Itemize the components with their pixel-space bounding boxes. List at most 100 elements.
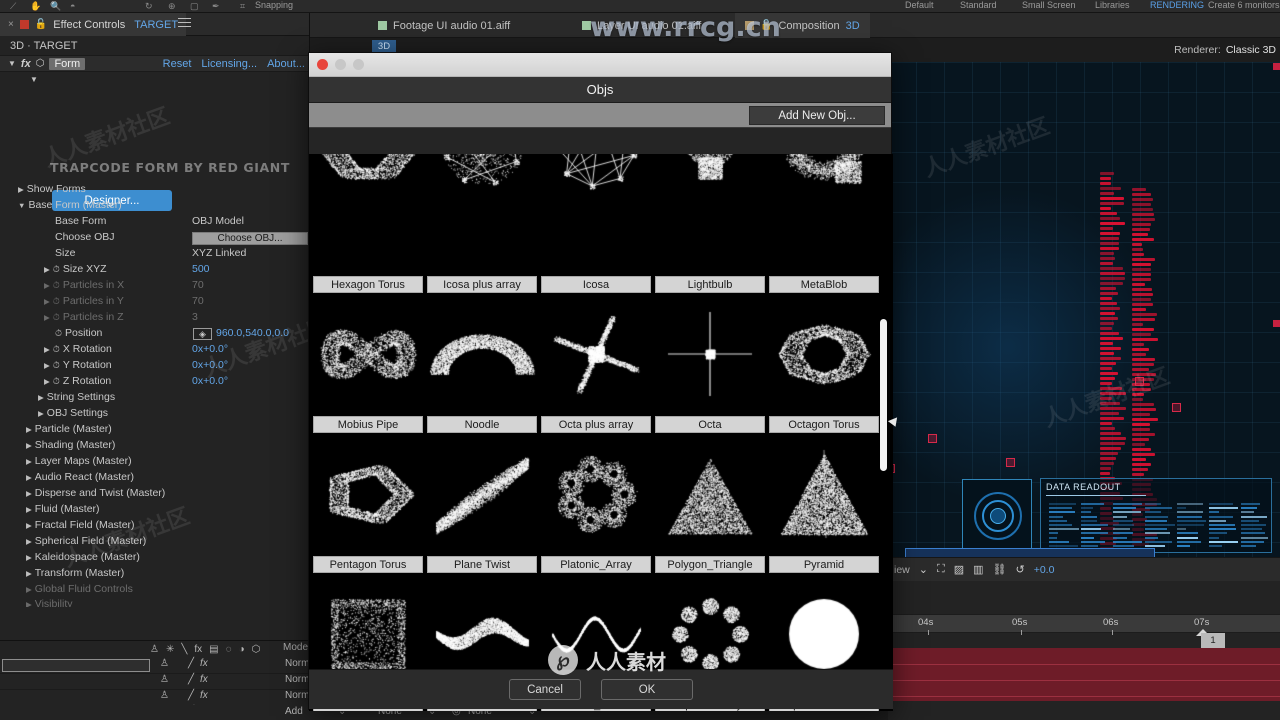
param-size[interactable]: Size XYZ Linked: [0, 247, 310, 263]
about-link[interactable]: About...: [267, 58, 305, 70]
table-row[interactable]: ♙ ╱ fx Normal: [0, 690, 317, 706]
shape-tool-icon[interactable]: ▢: [190, 1, 199, 12]
cancel-button[interactable]: Cancel: [509, 679, 581, 700]
group-kaleidospace-master[interactable]: ▶ Kaleidospace (Master): [0, 551, 310, 567]
adjustment-layer-icon[interactable]: ▤: [209, 644, 218, 655]
param-value[interactable]: 0x+0.0°: [192, 343, 228, 355]
obj-item-label[interactable]: Pentagon Torus: [313, 556, 423, 573]
layer-name-selected[interactable]: [2, 659, 150, 672]
group-disperse-twist-master[interactable]: ▶ Disperse and Twist (Master): [0, 487, 310, 503]
obj-grid-item[interactable]: Hexagon Torus: [311, 154, 425, 294]
comp-flowchart-icon[interactable]: ⛓: [993, 563, 1007, 576]
group-audio-react-master[interactable]: ▶ Audio React (Master): [0, 471, 310, 487]
layer-handle[interactable]: [1273, 320, 1280, 327]
orbit-tool-icon[interactable]: ◓: [70, 1, 75, 11]
renderer-control[interactable]: Renderer: Classic 3D: [1174, 44, 1276, 56]
group-particle-master[interactable]: ▶ Particle (Master): [0, 423, 310, 439]
param-value[interactable]: OBJ Model: [192, 215, 244, 227]
zoom-window-icon[interactable]: [353, 59, 364, 70]
obj-grid-item[interactable]: Icosa plus array: [425, 154, 539, 294]
param-value[interactable]: XYZ Linked: [192, 247, 246, 259]
motion-blur-icon[interactable]: ╱: [188, 690, 194, 701]
hand-tool-icon[interactable]: ✋: [30, 1, 41, 12]
pen-tool-icon[interactable]: ✒: [212, 1, 220, 12]
obj-item-label[interactable]: Noodle: [427, 416, 537, 433]
obj-grid-item[interactable]: Polygon_Triangle: [653, 434, 767, 574]
audio-icon[interactable]: ♙: [160, 674, 169, 685]
table-row[interactable]: ♙ ╱ fx Normal: [0, 674, 317, 690]
obj-grid-item[interactable]: Mobius Pipe: [311, 294, 425, 434]
workspace-default[interactable]: Default: [905, 0, 934, 10]
group-show-forms[interactable]: ▶ Show Forms: [0, 183, 310, 199]
ok-button[interactable]: OK: [601, 679, 693, 700]
shy-icon[interactable]: ◌: [226, 644, 232, 655]
exposure-value[interactable]: +0.0: [1034, 564, 1055, 576]
param-value[interactable]: 3: [192, 311, 198, 323]
obj-grid-item[interactable]: Pyramid: [767, 434, 881, 574]
zoom-tool-icon[interactable]: 🔍: [50, 1, 61, 12]
group-layer-maps-master[interactable]: ▶ Layer Maps (Master): [0, 455, 310, 471]
group-transform-master[interactable]: ▶ Transform (Master): [0, 567, 310, 583]
obj-grid-item[interactable]: Platonic_Array: [539, 434, 653, 574]
effects-star-icon[interactable]: ✳: [166, 644, 174, 655]
group-string-settings[interactable]: ▶ String Settings: [0, 391, 310, 407]
transparency-grid-icon[interactable]: ▨: [954, 563, 964, 576]
reset-link[interactable]: Reset: [163, 58, 192, 70]
sub-disclosure-triangle-icon[interactable]: ▼: [30, 75, 38, 84]
group-base-form[interactable]: ▼ Base Form (Master): [0, 199, 310, 215]
dialog-scrollbar-thumb[interactable]: [880, 319, 887, 471]
anchor-tool-icon[interactable]: ⊕: [168, 1, 176, 12]
param-value[interactable]: 500: [192, 263, 210, 275]
minimize-window-icon[interactable]: [335, 59, 346, 70]
param-position[interactable]: ⏱ Position ◈ 960.0,540.0,0.0: [0, 327, 310, 343]
param-base-form[interactable]: Base Form OBJ Model: [0, 215, 310, 231]
obj-grid-item[interactable]: Octa: [653, 294, 767, 434]
param-value[interactable]: 0x+0.0°: [192, 359, 228, 371]
obj-item-label[interactable]: Octagon Torus: [769, 416, 879, 433]
audio-icon[interactable]: ♙: [160, 658, 169, 669]
licensing-link[interactable]: Licensing...: [201, 58, 257, 70]
group-fluid-master[interactable]: ▶ Fluid (Master): [0, 503, 310, 519]
selection-tool-icon[interactable]: ⟋: [10, 1, 16, 12]
param-size-xyz[interactable]: ▶ ⏱ Size XYZ 500: [0, 263, 310, 279]
param-particles-in-x[interactable]: ▶ ⏱ Particles in X 70: [0, 279, 310, 295]
group-spherical-field-master[interactable]: ▶ Spherical Field (Master): [0, 535, 310, 551]
motion-blur-icon[interactable]: ╱: [188, 674, 194, 685]
param-value[interactable]: 70: [192, 279, 204, 291]
workspace-standard[interactable]: Standard: [960, 0, 997, 10]
obj-item-label[interactable]: Icosa: [541, 276, 651, 293]
timeline-track-area[interactable]: [888, 648, 1280, 701]
obj-grid-item[interactable]: Octagon Torus: [767, 294, 881, 434]
composition-viewer[interactable]: DATA READOUT: [888, 62, 1280, 557]
close-icon[interactable]: ×: [8, 19, 14, 30]
obj-item-label[interactable]: Platonic_Array: [541, 556, 651, 573]
obj-grid-item[interactable]: Plane Twist: [425, 434, 539, 574]
reset-exposure-icon[interactable]: ↺: [1015, 563, 1024, 576]
obj-item-label[interactable]: Icosa plus array: [427, 276, 537, 293]
effect-header[interactable]: ▼ fx ⬡ Form Reset Licensing... About...: [0, 55, 309, 72]
workspace-libraries[interactable]: Libraries: [1095, 0, 1130, 10]
workspace-create-monitors[interactable]: Create 6 monitors: [1208, 0, 1280, 10]
motion-blur-icon[interactable]: ╲: [181, 644, 187, 655]
param-value[interactable]: 960.0,540.0,0.0: [216, 327, 289, 339]
disclosure-triangle-icon[interactable]: ▼: [8, 59, 16, 68]
obj-item-label[interactable]: Lightbulb: [655, 276, 765, 293]
param-value[interactable]: 70: [192, 295, 204, 307]
current-time-indicator-label[interactable]: 1: [1201, 633, 1225, 648]
obj-grid-item[interactable]: Icosa: [539, 154, 653, 294]
obj-grid-item[interactable]: MetaBlob: [767, 154, 881, 294]
table-row[interactable]: ♙ ╱ fx Normal: [0, 658, 317, 674]
param-choose-obj[interactable]: Choose OBJ Choose OBJ...: [0, 231, 310, 247]
obj-item-label[interactable]: MetaBlob: [769, 276, 879, 293]
obj-item-label[interactable]: Mobius Pipe: [313, 416, 423, 433]
position-picker-icon[interactable]: ◈: [193, 328, 212, 340]
workspace-small-screen[interactable]: Small Screen: [1022, 0, 1076, 10]
obj-grid-item[interactable]: Noodle: [425, 294, 539, 434]
effect-name[interactable]: Form: [49, 57, 86, 70]
snapping-icon[interactable]: ⌗: [240, 1, 245, 12]
layer-handle[interactable]: [1273, 63, 1280, 70]
param-particles-in-z[interactable]: ▶ ⏱ Particles in Z 3: [0, 311, 310, 327]
audio-icon[interactable]: ♙: [150, 644, 159, 655]
tab-footage-ui-audio[interactable]: Footage UI audio 01.aiff: [368, 13, 520, 38]
workspace-rendering[interactable]: RENDERING: [1150, 0, 1204, 10]
